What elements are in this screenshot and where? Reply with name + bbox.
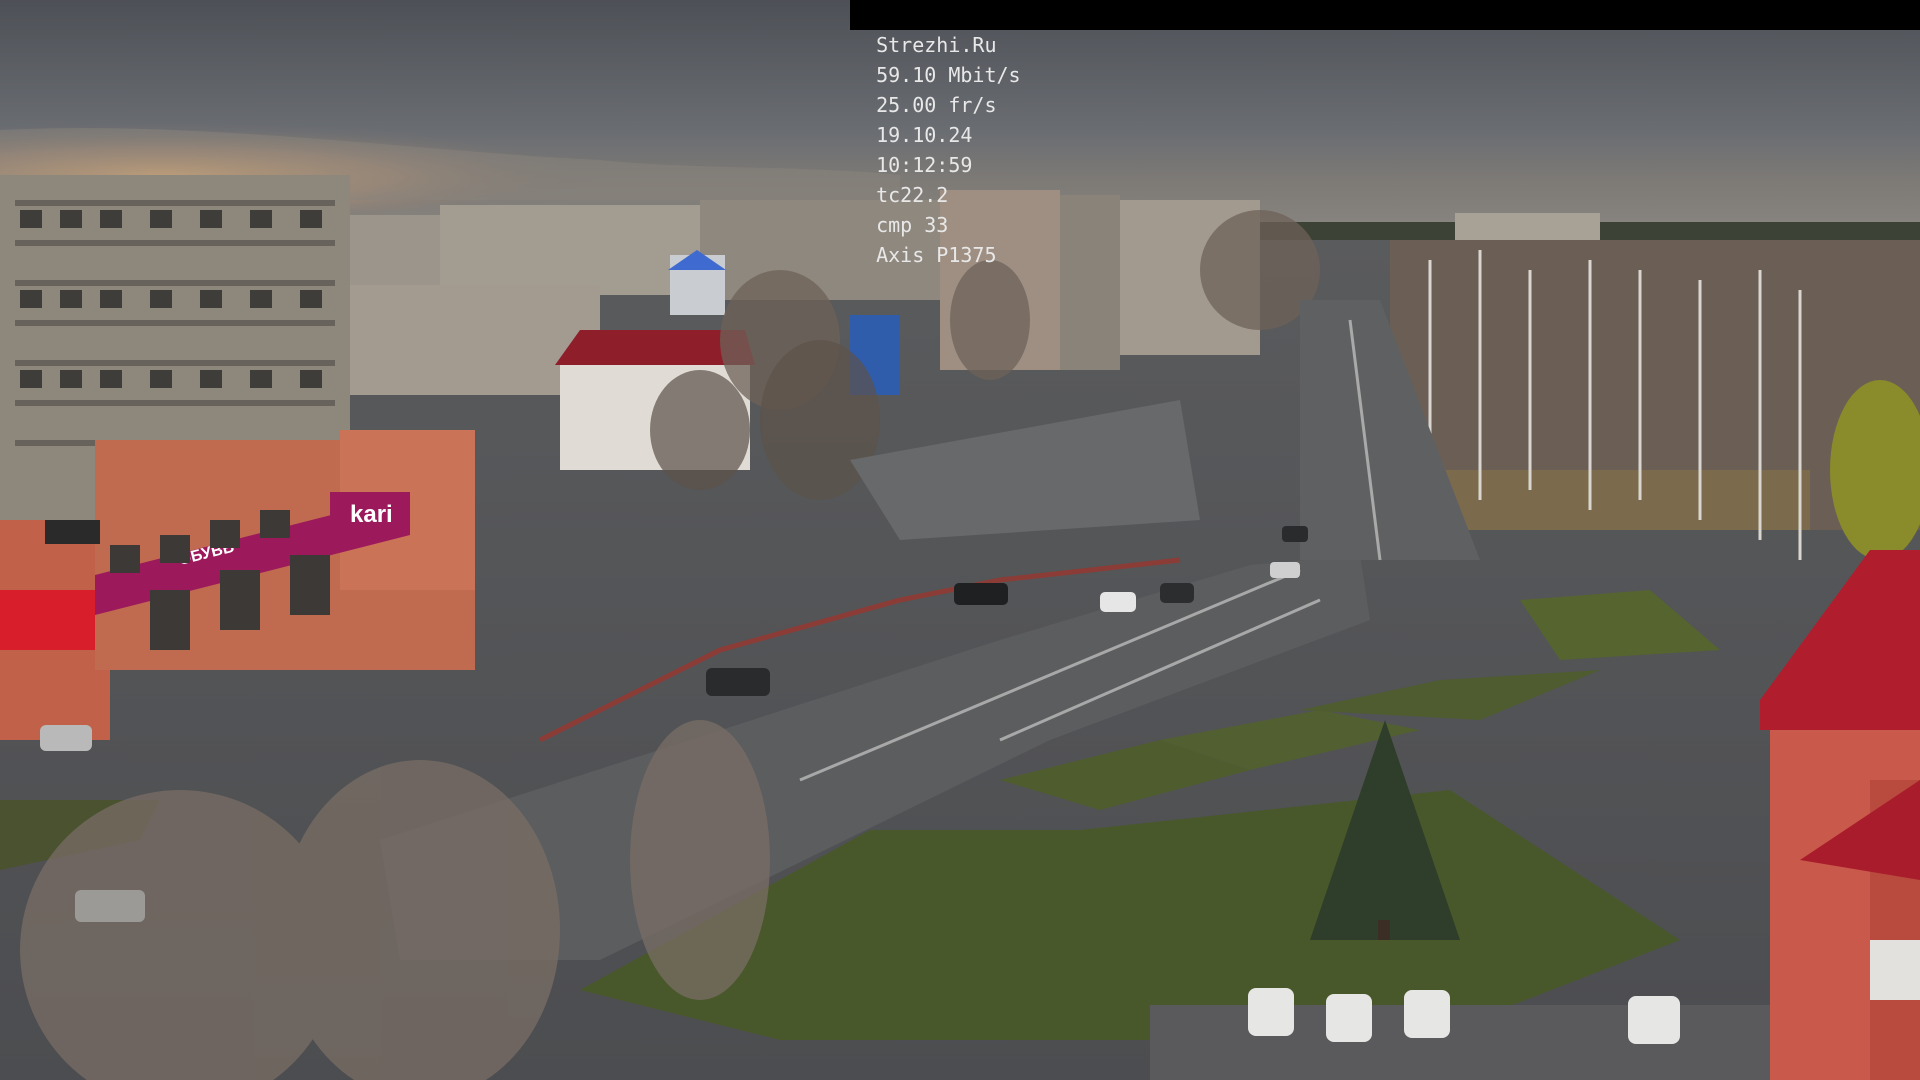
camera-osd: Strezhi.Ru 59.10 Mbit/s 25.00 fr/s 19.10… bbox=[850, 0, 1920, 267]
kari-logo-text: kari bbox=[350, 501, 393, 528]
osd-bitrate: 59.10 Mbit/s bbox=[876, 63, 1021, 87]
osd-site: Strezhi.Ru bbox=[876, 33, 997, 57]
osd-framerate: 25.00 fr/s bbox=[876, 93, 997, 117]
osd-camera-model: Axis P1375 bbox=[876, 243, 997, 267]
osd-cmp: cmp 33 bbox=[876, 213, 949, 237]
osd-time: 10:12:59 bbox=[876, 153, 973, 177]
osd-date: 19.10.24 bbox=[876, 123, 973, 147]
osd-tc: tc22.2 bbox=[876, 183, 949, 207]
birch-forest-right bbox=[1390, 240, 1920, 560]
